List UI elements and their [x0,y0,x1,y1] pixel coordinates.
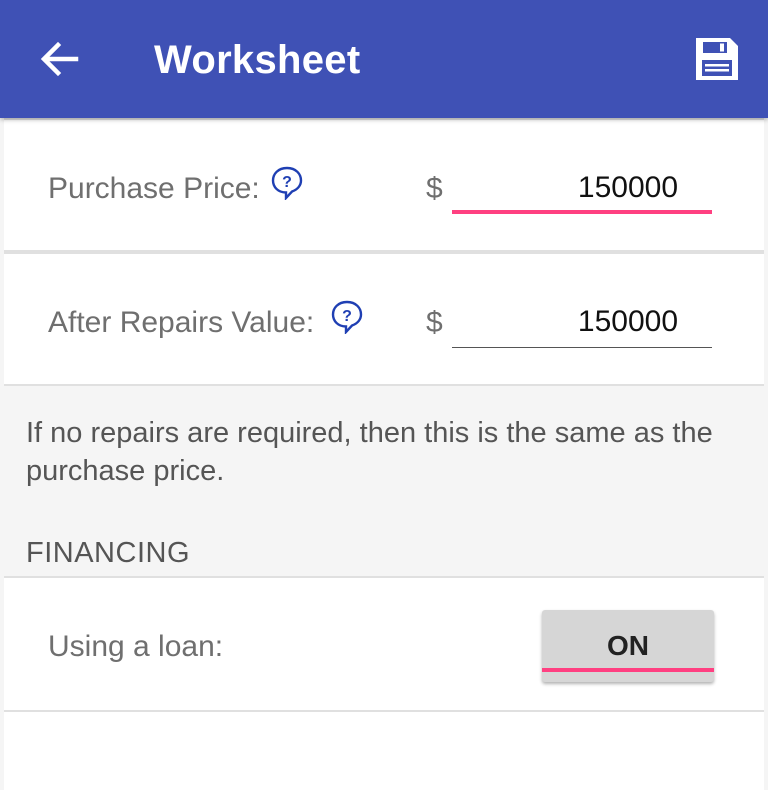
purchase-price-label: Purchase Price: [48,172,260,205]
helper-text: If no repairs are required, then this is… [26,417,713,487]
purchase-price-input[interactable]: 150000 [452,166,712,214]
next-row [4,710,764,790]
after-repairs-value-input[interactable]: 150000 [452,300,712,348]
using-loan-row: Using a loan: ON [4,576,764,712]
toggle-indicator [542,668,714,672]
after-repairs-value-row: After Repairs Value: ? $ 150000 [4,252,764,386]
currency-symbol: $ [426,172,443,205]
section-title-financing: FINANCING [26,537,190,569]
purchase-price-row: Purchase Price: ? $ 150000 [4,118,764,252]
help-bubble-icon[interactable]: ? [330,300,364,336]
back-button[interactable] [36,38,84,80]
currency-symbol: $ [426,306,443,339]
help-bubble-icon[interactable]: ? [270,166,304,202]
svg-text:?: ? [342,308,352,325]
toggle-label: ON [607,630,649,661]
save-floppy-icon [696,38,738,80]
using-loan-label: Using a loan: [48,630,224,663]
arrow-back-icon [40,41,79,77]
save-button[interactable] [692,34,742,84]
svg-text:?: ? [282,174,292,191]
after-repairs-value-label: After Repairs Value: [48,306,315,339]
loan-toggle-button[interactable]: ON [542,610,714,682]
app-bar: Worksheet [0,0,768,118]
page-title: Worksheet [154,38,361,82]
